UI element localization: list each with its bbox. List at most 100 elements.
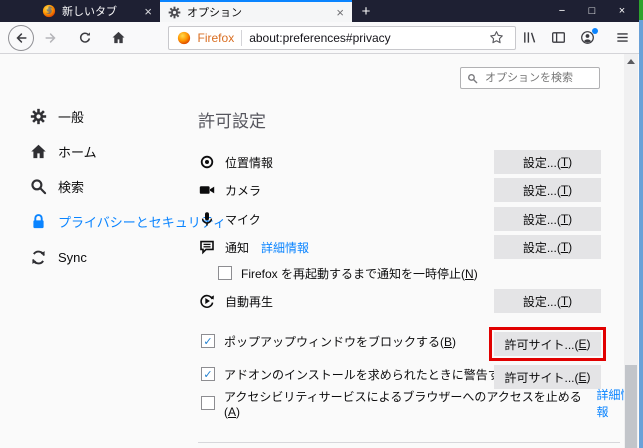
- camera-icon: [199, 182, 215, 198]
- popup-block-row: ✓ ポップアップウィンドウをブロックする(B): [201, 333, 456, 349]
- preferences-content: 一般 ホーム 検索 プライバシーとセキュリティ: [0, 54, 643, 448]
- autoplay-settings-button[interactable]: 設定...(T): [494, 289, 601, 313]
- location-icon: [199, 154, 215, 170]
- minimize-button[interactable]: −: [547, 0, 577, 22]
- account-button[interactable]: [574, 25, 600, 51]
- new-tab-button[interactable]: +: [352, 0, 380, 22]
- search-icon: [30, 178, 47, 195]
- lock-icon: [30, 213, 47, 230]
- options-search-input[interactable]: [461, 68, 599, 88]
- sidebar-item-label: 一般: [58, 107, 84, 126]
- scrollbar[interactable]: [624, 54, 638, 448]
- addon-allow-sites-button[interactable]: 許可サイト...(E): [494, 365, 601, 389]
- microphone-icon: [199, 211, 215, 227]
- sidebar-item-search[interactable]: 検索: [30, 175, 84, 197]
- forward-arrow-icon: [44, 31, 58, 45]
- scrollbar-thumb[interactable]: [625, 365, 637, 448]
- toolbar-icons: [516, 25, 635, 51]
- back-arrow-icon: [14, 31, 28, 45]
- url-separator: [241, 30, 242, 46]
- gear-icon: [168, 6, 181, 19]
- permission-label: 自動再生: [225, 293, 273, 310]
- checkbox-label: Firefox を再起動するまで通知を一時停止(N): [241, 265, 478, 282]
- options-search-box: [460, 67, 600, 89]
- notification-learn-more-link[interactable]: 詳細情報: [261, 239, 309, 256]
- sidebar-toggle-button[interactable]: [545, 25, 571, 51]
- addon-warn-row: ✓ アドオンのインストールを求められたときに警告する(W): [201, 366, 531, 382]
- autoplay-icon: [199, 293, 215, 309]
- library-button[interactable]: [516, 25, 542, 51]
- sidebar-icon: [551, 30, 566, 45]
- permission-row-notifications: 通知 詳細情報: [199, 237, 309, 257]
- firefox-icon: [177, 31, 191, 45]
- permission-label: 通知: [225, 239, 249, 256]
- sidebar-item-privacy[interactable]: プライバシーとセキュリティ: [30, 210, 226, 232]
- tab-close-icon[interactable]: ×: [144, 5, 152, 18]
- addon-warn-checkbox[interactable]: ✓: [201, 367, 215, 381]
- checkbox-label: ポップアップウィンドウをブロックする(B): [224, 333, 456, 350]
- permission-label: マイク: [225, 211, 261, 228]
- tab-title: 新しいタブ: [62, 3, 138, 19]
- gear-icon: [30, 108, 47, 125]
- tab-title: オプション: [187, 4, 330, 20]
- home-icon: [30, 143, 47, 160]
- close-button[interactable]: ×: [607, 0, 637, 22]
- permission-label: 位置情報: [225, 154, 273, 171]
- permission-row-location: 位置情報: [199, 152, 273, 172]
- account-icon: [580, 30, 595, 45]
- hamburger-icon: [615, 30, 630, 45]
- titlebar-drag-space: [0, 0, 34, 22]
- menu-button[interactable]: [609, 25, 635, 51]
- forward-button[interactable]: [38, 25, 64, 51]
- tab-close-icon[interactable]: ×: [336, 6, 344, 19]
- notify-pause-row: Firefox を再起動するまで通知を一時停止(N): [218, 265, 478, 281]
- sidebar-item-label: ホーム: [58, 142, 97, 161]
- home-button[interactable]: [106, 25, 132, 51]
- scroll-up-arrow-icon[interactable]: [627, 59, 635, 64]
- permission-row-microphone: マイク: [199, 209, 261, 229]
- location-settings-button[interactable]: 設定...(T): [494, 150, 601, 174]
- browser-window: 新しいタブ × オプション × +: [0, 0, 643, 448]
- accessibility-block-checkbox[interactable]: [201, 396, 215, 410]
- reload-button[interactable]: [72, 25, 98, 51]
- accessibility-block-row: アクセシビリティサービスによるブラウザーへのアクセスを止める(A) 詳細情報: [201, 395, 643, 411]
- permission-row-camera: カメラ: [199, 180, 261, 200]
- permissions-section-title: 許可設定: [198, 110, 266, 134]
- checkbox-label: アクセシビリティサービスによるブラウザーへのアクセスを止める(A): [224, 388, 586, 419]
- permission-label: カメラ: [225, 182, 261, 199]
- firefox-icon: [42, 4, 56, 18]
- microphone-settings-button[interactable]: 設定...(T): [494, 207, 601, 231]
- window-edge-artifact: [639, 0, 643, 20]
- popup-allow-sites-button[interactable]: 許可サイト...(E): [494, 332, 601, 356]
- maximize-button[interactable]: □: [577, 0, 607, 22]
- url-text: about:preferences#privacy: [249, 31, 480, 45]
- reload-icon: [78, 31, 92, 45]
- site-identity-label: Firefox: [198, 31, 235, 45]
- tab-new-tab[interactable]: 新しいタブ ×: [34, 0, 160, 22]
- checkbox-label: アドオンのインストールを求められたときに警告する(W): [224, 366, 531, 383]
- sidebar-item-label: Sync: [58, 250, 87, 265]
- window-right-border: [639, 20, 643, 448]
- sidebar-item-label: 検索: [58, 177, 84, 196]
- camera-settings-button[interactable]: 設定...(T): [494, 178, 601, 202]
- notification-icon: [199, 239, 215, 255]
- window-controls: − □ ×: [547, 0, 637, 22]
- library-icon: [522, 30, 537, 45]
- home-icon: [111, 30, 126, 45]
- section-divider: [198, 442, 620, 443]
- bookmark-star-icon: [489, 30, 504, 45]
- sidebar-item-home[interactable]: ホーム: [30, 140, 97, 162]
- sidebar-item-general[interactable]: 一般: [30, 105, 84, 127]
- bookmark-button[interactable]: [487, 28, 507, 48]
- title-bar: 新しいタブ × オプション × +: [0, 0, 643, 22]
- back-button[interactable]: [8, 25, 34, 51]
- url-bar[interactable]: Firefox about:preferences#privacy: [168, 26, 516, 50]
- permission-row-autoplay: 自動再生: [199, 291, 273, 311]
- popup-block-checkbox[interactable]: ✓: [201, 334, 215, 348]
- notification-settings-button[interactable]: 設定...(T): [494, 235, 601, 259]
- notify-pause-checkbox[interactable]: [218, 266, 232, 280]
- navigation-toolbar: Firefox about:preferences#privacy: [0, 22, 643, 54]
- sync-icon: [30, 249, 47, 266]
- sidebar-item-sync[interactable]: Sync: [30, 246, 87, 268]
- tab-options[interactable]: オプション ×: [160, 0, 352, 22]
